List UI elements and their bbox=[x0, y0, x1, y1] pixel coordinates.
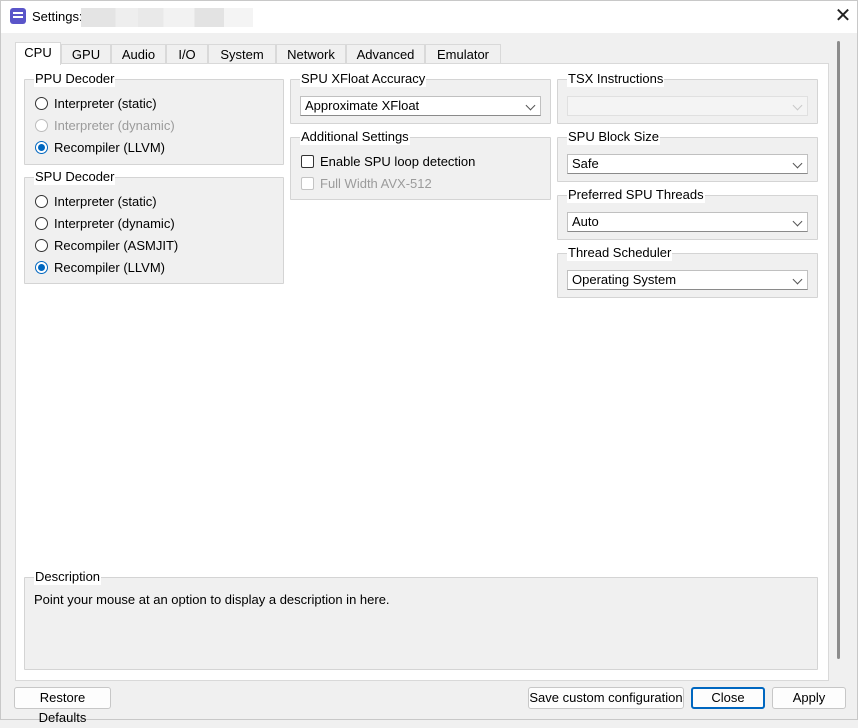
chevron-down-icon bbox=[525, 100, 536, 111]
apply-button[interactable]: Apply bbox=[772, 687, 846, 709]
tab-audio[interactable]: Audio bbox=[111, 44, 166, 64]
checkbox[interactable] bbox=[301, 154, 314, 168]
option-label: Interpreter (dynamic) bbox=[54, 215, 175, 231]
radio-button-selected[interactable] bbox=[35, 260, 48, 274]
ppu-interpreter-static-option[interactable]: Interpreter (static) bbox=[35, 94, 157, 112]
radio-button[interactable] bbox=[35, 238, 48, 252]
chevron-down-icon bbox=[792, 216, 803, 227]
additional-settings-title: Additional Settings bbox=[300, 129, 410, 145]
spu-block-size-select[interactable]: Safe bbox=[567, 154, 808, 174]
option-label: Interpreter (dynamic) bbox=[54, 117, 175, 133]
spu-block-size-group: SPU Block Size Safe bbox=[557, 129, 818, 182]
thread-scheduler-group: Thread Scheduler Operating System bbox=[557, 245, 818, 298]
tab-gpu[interactable]: GPU bbox=[61, 44, 111, 64]
radio-button[interactable] bbox=[35, 96, 48, 110]
restore-defaults-button[interactable]: Restore Defaults bbox=[14, 687, 111, 725]
chevron-down-icon bbox=[792, 158, 803, 169]
select-value: Safe bbox=[572, 156, 599, 171]
checkbox bbox=[301, 176, 314, 190]
tsx-title: TSX Instructions bbox=[567, 71, 665, 87]
title-redacted-area bbox=[81, 8, 253, 27]
settings-window: Settings: ✕ CPU GPU Audio I/O System Net… bbox=[0, 0, 858, 725]
description-group: Description Point your mouse at an optio… bbox=[24, 569, 818, 670]
preferred-spu-threads-title: Preferred SPU Threads bbox=[567, 187, 705, 203]
ppu-recompiler-llvm-option[interactable]: Recompiler (LLVM) bbox=[35, 138, 165, 156]
spu-recompiler-llvm-option[interactable]: Recompiler (LLVM) bbox=[35, 258, 165, 276]
cpu-tab-panel: PPU Decoder Interpreter (static) Interpr… bbox=[15, 63, 829, 681]
list-icon bbox=[10, 8, 26, 24]
spu-xfloat-title: SPU XFloat Accuracy bbox=[300, 71, 427, 87]
spu-interpreter-dynamic-option[interactable]: Interpreter (dynamic) bbox=[35, 214, 175, 232]
thread-scheduler-select[interactable]: Operating System bbox=[567, 270, 808, 290]
thread-scheduler-title: Thread Scheduler bbox=[567, 245, 673, 261]
preferred-spu-threads-select[interactable]: Auto bbox=[567, 212, 808, 232]
description-title: Description bbox=[34, 569, 102, 585]
spu-xfloat-group: SPU XFloat Accuracy Approximate XFloat bbox=[290, 71, 551, 124]
ppu-decoder-title: PPU Decoder bbox=[34, 71, 116, 87]
tab-advanced[interactable]: Advanced bbox=[346, 44, 425, 64]
chevron-down-icon bbox=[792, 274, 803, 285]
title-bar: Settings: ✕ bbox=[1, 1, 857, 33]
select-value: Auto bbox=[572, 214, 599, 229]
spu-decoder-group: SPU Decoder Interpreter (static) Interpr… bbox=[24, 169, 284, 284]
ppu-interpreter-dynamic-option: Interpreter (dynamic) bbox=[35, 116, 175, 134]
spu-decoder-title: SPU Decoder bbox=[34, 169, 116, 185]
option-label: Recompiler (LLVM) bbox=[54, 139, 166, 155]
tsx-select bbox=[567, 96, 808, 116]
option-label: Interpreter (static) bbox=[54, 193, 157, 209]
chevron-down-icon bbox=[792, 100, 803, 111]
option-label: Recompiler (ASMJIT) bbox=[54, 237, 179, 253]
select-value: Operating System bbox=[572, 272, 677, 287]
tab-io[interactable]: I/O bbox=[166, 44, 208, 64]
option-label: Full Width AVX-512 bbox=[320, 175, 432, 191]
radio-button bbox=[35, 118, 48, 132]
option-label: Interpreter (static) bbox=[54, 95, 157, 111]
select-value: Approximate XFloat bbox=[305, 98, 420, 113]
close-icon[interactable]: ✕ bbox=[829, 3, 857, 31]
save-custom-configuration-button[interactable]: Save custom configuration bbox=[528, 687, 684, 709]
avx512-option: Full Width AVX-512 bbox=[301, 174, 432, 192]
radio-button-selected[interactable] bbox=[35, 140, 48, 154]
spu-xfloat-select[interactable]: Approximate XFloat bbox=[300, 96, 541, 116]
close-button[interactable]: Close bbox=[691, 687, 765, 709]
scrollbar[interactable] bbox=[837, 41, 840, 659]
tab-network[interactable]: Network bbox=[276, 44, 346, 64]
spu-block-size-title: SPU Block Size bbox=[567, 129, 661, 145]
description-text: Point your mouse at an option to display… bbox=[34, 592, 390, 607]
preferred-spu-threads-group: Preferred SPU Threads Auto bbox=[557, 187, 818, 240]
window-title: Settings: bbox=[32, 9, 83, 24]
tsx-group: TSX Instructions bbox=[557, 71, 818, 124]
option-label: Recompiler (LLVM) bbox=[54, 259, 166, 275]
tab-emulator[interactable]: Emulator bbox=[425, 44, 501, 64]
radio-button[interactable] bbox=[35, 216, 48, 230]
additional-settings-group: Additional Settings Enable SPU loop dete… bbox=[290, 129, 551, 200]
ppu-decoder-group: PPU Decoder Interpreter (static) Interpr… bbox=[24, 71, 284, 165]
spu-loop-detection-option[interactable]: Enable SPU loop detection bbox=[301, 152, 475, 170]
spu-interpreter-static-option[interactable]: Interpreter (static) bbox=[35, 192, 157, 210]
radio-button[interactable] bbox=[35, 194, 48, 208]
tab-cpu[interactable]: CPU bbox=[15, 42, 61, 65]
tab-system[interactable]: System bbox=[208, 44, 276, 64]
spu-recompiler-asmjit-option[interactable]: Recompiler (ASMJIT) bbox=[35, 236, 178, 254]
option-label: Enable SPU loop detection bbox=[320, 153, 476, 169]
